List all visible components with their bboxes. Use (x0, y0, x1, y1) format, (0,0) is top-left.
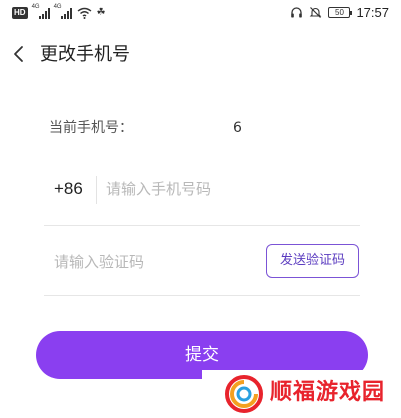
phone-number-input[interactable] (106, 174, 346, 204)
send-code-button[interactable]: 发送验证码 (266, 244, 359, 278)
status-bar-right: 50 17:57 (290, 5, 389, 20)
signal-tag: 4G (53, 4, 62, 10)
watermark: 顺福游戏园 (202, 370, 401, 418)
signal-tag: 4G (31, 4, 40, 10)
divider (96, 176, 97, 204)
current-phone-label: 当前手机号： (49, 120, 133, 136)
header: 更改手机号 (0, 30, 401, 80)
headset-icon (291, 7, 303, 18)
hd-badge: HD (12, 7, 28, 19)
signal-4g-icon: 4G (31, 4, 50, 19)
battery-icon: 50 (328, 7, 353, 18)
signal-4g-icon: 4G (53, 4, 72, 19)
status-bar: HD 4G 4G ☘ 50 17:57 (0, 0, 401, 30)
divider (44, 295, 360, 296)
page-title: 更改手机号 (40, 44, 130, 65)
chevron-left-icon[interactable] (10, 43, 30, 65)
country-code[interactable]: +86 (54, 177, 83, 201)
status-bar-left: HD 4G 4G ☘ (12, 4, 106, 19)
watermark-logo-icon (225, 375, 263, 413)
verification-code-input[interactable] (54, 247, 244, 277)
current-phone-value: 6 (233, 120, 242, 136)
clock: 17:57 (356, 5, 389, 20)
watermark-text: 顺福游戏园 (270, 380, 386, 405)
mute-icon (310, 7, 322, 18)
leaf-icon: ☘ (96, 7, 106, 18)
phone-input-row: +86 (44, 168, 360, 214)
divider (44, 225, 360, 226)
wifi-icon (77, 7, 91, 19)
